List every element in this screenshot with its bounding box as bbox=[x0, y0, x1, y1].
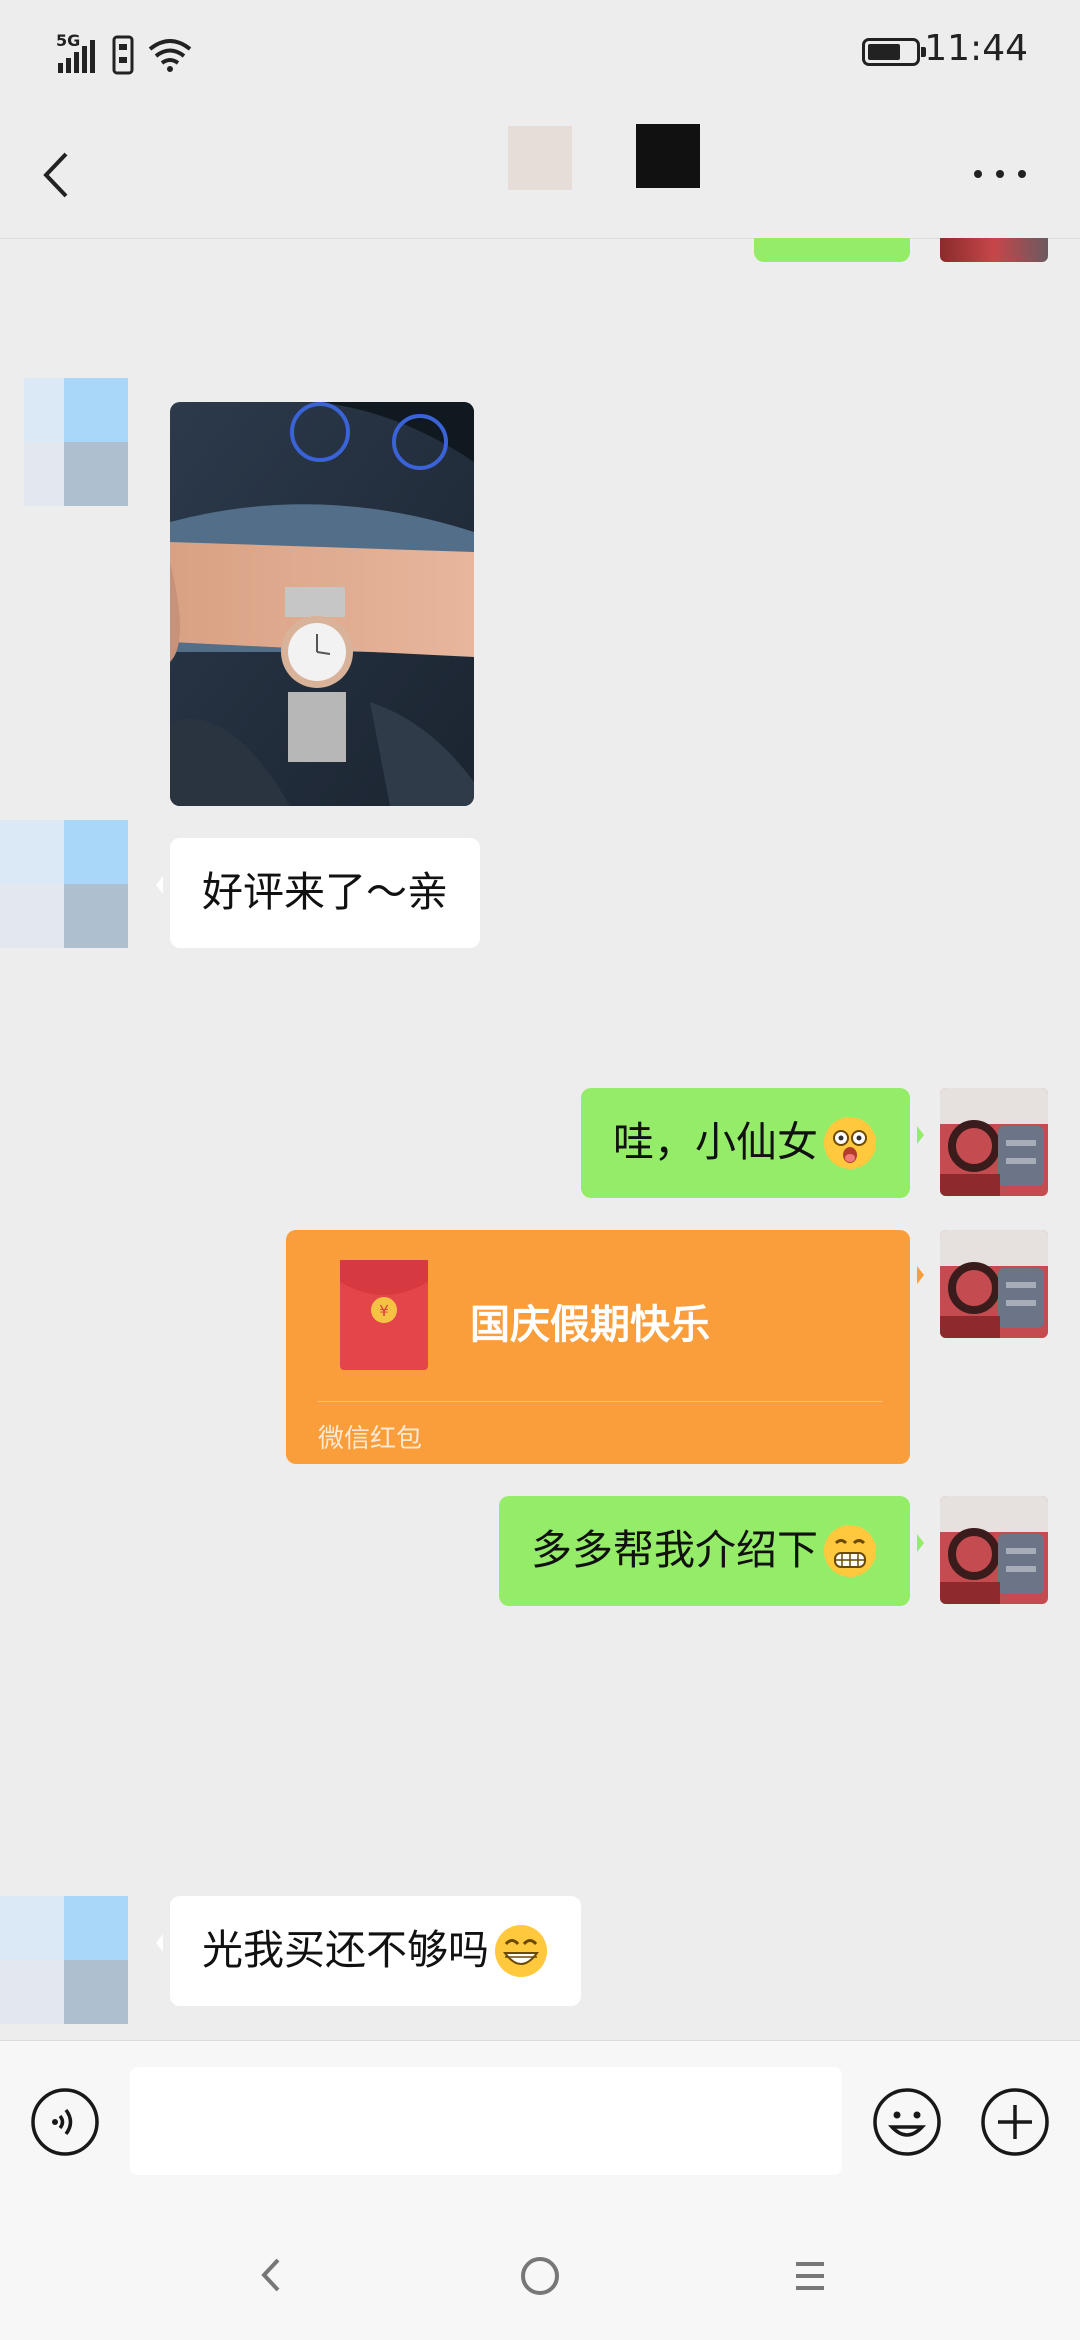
plus-icon[interactable] bbox=[980, 2087, 1050, 2157]
red-packet-icon: ¥ bbox=[340, 1260, 428, 1370]
image-message[interactable] bbox=[170, 402, 474, 806]
title-avatar-blurred bbox=[508, 126, 572, 190]
contact-avatar[interactable] bbox=[0, 378, 128, 506]
message-text: 哇，小仙女 bbox=[613, 1118, 818, 1167]
emoji-icon[interactable] bbox=[872, 2087, 942, 2157]
message-input[interactable] bbox=[130, 2067, 842, 2175]
grimace-emoji bbox=[824, 1525, 876, 1577]
battery-fill bbox=[868, 44, 900, 60]
red-packet-divider bbox=[318, 1401, 882, 1402]
red-packet-footer: 微信红包 bbox=[318, 1424, 423, 1454]
surprised-emoji bbox=[824, 1117, 876, 1169]
battery-icon bbox=[862, 38, 926, 66]
own-avatar[interactable] bbox=[940, 1230, 1048, 1338]
own-avatar[interactable] bbox=[940, 1496, 1048, 1604]
nav-back-icon[interactable] bbox=[250, 2250, 290, 2300]
voice-icon[interactable] bbox=[30, 2087, 100, 2157]
title-name-blurred bbox=[636, 124, 700, 188]
message-bubble[interactable]: 哇，小仙女 bbox=[581, 1088, 924, 1198]
more-dots-icon[interactable] bbox=[970, 164, 1030, 184]
watch-photo bbox=[170, 402, 474, 806]
nav-home-icon[interactable] bbox=[518, 2254, 562, 2298]
message-bubble[interactable]: 多多帮我介绍下 bbox=[499, 1496, 924, 1606]
previous-message-clipped bbox=[754, 238, 910, 262]
sim-icon bbox=[112, 35, 134, 75]
message-bubble[interactable]: 光我买还不够吗 bbox=[156, 1896, 581, 2006]
wifi-icon bbox=[148, 39, 192, 72]
status-bar: 5G 11:44 bbox=[0, 0, 1080, 110]
system-nav-bar bbox=[0, 2210, 1080, 2340]
message-text: 好评来了～亲 bbox=[202, 868, 448, 917]
message-text: 多多帮我介绍下 bbox=[531, 1526, 818, 1575]
own-avatar-clipped bbox=[940, 238, 1048, 262]
status-left-icons: 5G bbox=[56, 30, 192, 80]
contact-avatar[interactable] bbox=[0, 1896, 128, 2024]
message-text: 光我买还不够吗 bbox=[202, 1926, 489, 1975]
svg-text:¥: ¥ bbox=[379, 1302, 389, 1320]
message-bubble[interactable]: 好评来了～亲 bbox=[156, 838, 480, 948]
signal-icon: 5G bbox=[56, 31, 98, 75]
chat-header bbox=[0, 110, 1080, 239]
back-arrow-icon[interactable] bbox=[34, 150, 84, 200]
contact-avatar[interactable] bbox=[0, 820, 128, 948]
nav-menu-icon[interactable] bbox=[790, 2256, 830, 2296]
grin-emoji bbox=[495, 1925, 547, 1977]
red-packet-title: 国庆假期快乐 bbox=[470, 1302, 710, 1348]
own-avatar[interactable] bbox=[940, 1088, 1048, 1196]
red-packet-message[interactable]: ¥ 国庆假期快乐 微信红包 bbox=[286, 1230, 924, 1464]
status-time: 11:44 bbox=[924, 28, 1028, 69]
